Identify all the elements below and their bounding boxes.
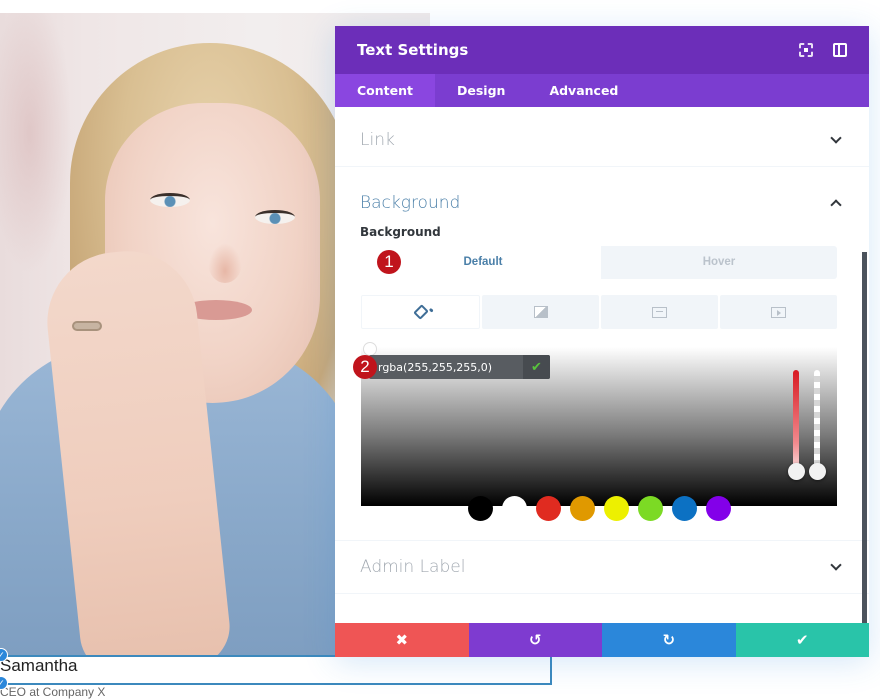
state-toggle: 1 Default Hover [365,246,837,279]
background-section: Background Background 1 Default Hover rg… [335,175,869,541]
modal-footer: ✖ ↺ ↻ ✔ [335,623,869,657]
tab-advanced[interactable]: Advanced [527,74,640,107]
color-swatch[interactable] [502,496,527,521]
tab-design[interactable]: Design [435,74,527,107]
admin-label-section: Admin Label [335,541,869,594]
text-module-outline[interactable] [0,655,552,685]
admin-label-section-title: Admin Label [360,557,466,577]
color-swatch[interactable] [638,496,663,521]
tab-content[interactable]: Content [335,74,435,107]
modal-title: Text Settings [357,41,469,59]
annotation-badge-1: 1 [377,250,401,274]
undo-icon: ↺ [528,631,542,649]
redo-icon: ↻ [662,631,676,649]
undo-button[interactable]: ↺ [468,623,602,657]
chevron-down-icon [830,559,842,571]
chevron-down-icon [830,132,842,144]
background-field-label: Background [360,225,441,239]
background-type-video[interactable] [720,295,837,329]
opacity-slider-thumb[interactable] [809,463,826,480]
color-confirm-button[interactable]: ✔ [523,355,550,379]
text-settings-modal: Text Settings Content Design Advanced Li… [335,26,869,657]
opacity-slider[interactable] [814,370,820,474]
color-swatch[interactable] [706,496,731,521]
link-section-toggle[interactable]: Link [335,114,869,166]
page: Samantha CEO at Company X ✓ ✓ Text Setti… [0,0,880,699]
modal-body: Link Background Background 1 Default Hov… [335,107,869,657]
color-swatch[interactable] [570,496,595,521]
expand-icon[interactable] [799,43,813,57]
hue-slider-thumb[interactable] [788,463,805,480]
sidebar-toggle-icon[interactable] [833,43,847,57]
background-type-tabs [361,295,837,329]
image-icon [652,306,667,318]
background-type-color[interactable] [361,295,480,329]
chevron-up-icon [830,199,842,211]
color-picker-canvas[interactable]: ✔ 2 [353,342,837,521]
person-role[interactable]: CEO at Company X [0,685,105,699]
discard-button[interactable]: ✖ [335,623,469,657]
color-swatch[interactable] [604,496,629,521]
photo-ring [72,321,102,331]
modal-header[interactable]: Text Settings [335,26,869,74]
photo-eye-right [255,210,295,224]
video-icon [771,306,786,318]
color-value-input[interactable] [369,355,523,379]
photo-eye-left [150,193,190,207]
color-swatch[interactable] [536,496,561,521]
color-swatch[interactable] [468,496,493,521]
color-swatches [468,496,731,521]
annotation-badge-2: 2 [353,355,377,379]
photo-nose [208,243,242,283]
person-name[interactable]: Samantha [0,656,78,676]
admin-label-section-toggle[interactable]: Admin Label [335,541,869,593]
hue-slider[interactable] [793,370,799,474]
modal-tabs: Content Design Advanced [335,74,869,107]
checkmark-icon: ✔ [795,631,809,649]
background-section-title: Background [360,193,461,213]
link-section: Link [335,114,869,167]
close-icon: ✖ [395,631,409,649]
background-section-toggle[interactable]: Background [335,175,869,231]
background-type-image[interactable] [601,295,718,329]
color-picker-handle[interactable] [363,342,377,356]
color-value-field: ✔ [369,355,550,379]
link-section-title: Link [360,130,395,150]
redo-button[interactable]: ↻ [602,623,736,657]
state-hover-button[interactable]: Hover [601,246,837,279]
paint-bucket-icon [412,304,429,320]
gradient-icon [533,306,548,318]
save-button[interactable]: ✔ [735,623,869,657]
modal-scrollbar[interactable] [862,252,867,657]
checkmark-icon: ✔ [531,359,542,375]
color-swatch[interactable] [672,496,697,521]
background-type-gradient[interactable] [482,295,599,329]
